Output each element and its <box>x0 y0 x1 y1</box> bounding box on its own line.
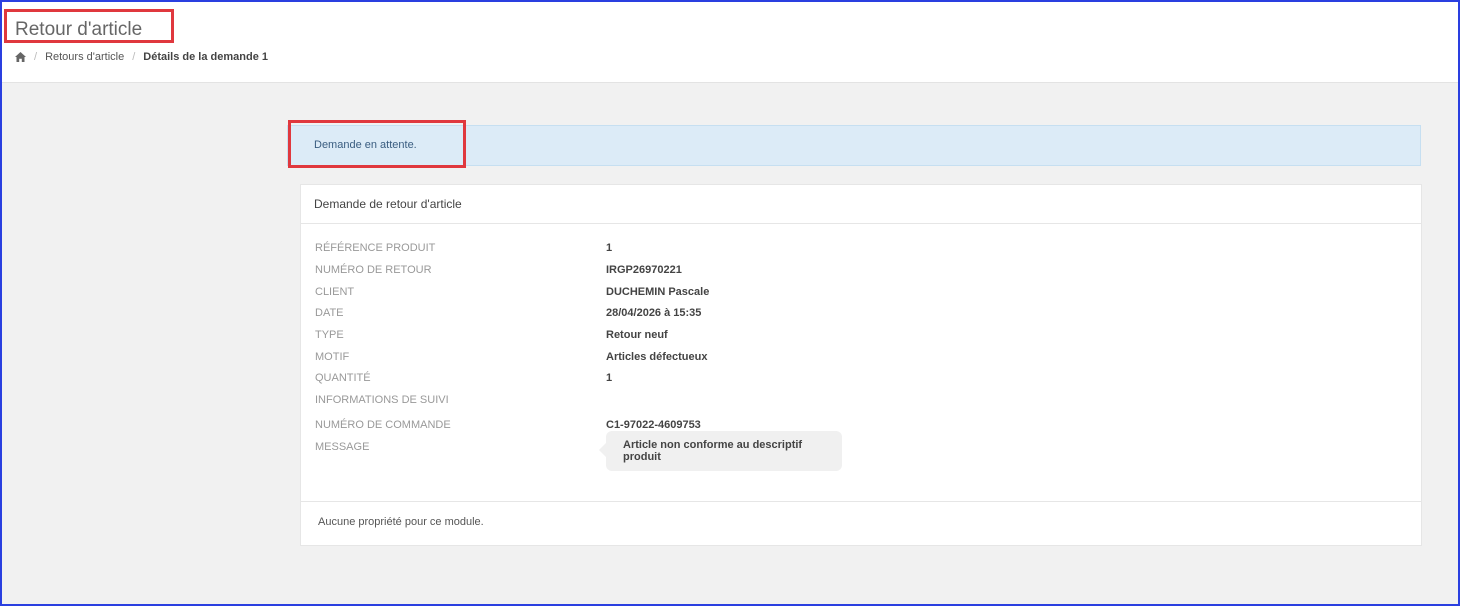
panel-footer: Aucune propriété pour ce module. <box>301 501 1421 546</box>
detail-label: CLIENT <box>315 286 355 298</box>
detail-value: Articles défectueux <box>606 351 708 363</box>
detail-value: Retour neuf <box>606 329 668 341</box>
detail-label: DATE <box>315 307 344 319</box>
home-icon[interactable] <box>15 52 26 62</box>
detail-label: TYPE <box>315 329 344 341</box>
detail-label: INFORMATIONS DE SUIVI <box>315 394 449 406</box>
detail-label: MESSAGE <box>315 441 370 453</box>
detail-label: QUANTITÉ <box>315 372 371 384</box>
detail-value: IRGP26970221 <box>606 264 682 276</box>
detail-label: RÉFÉRENCE PRODUIT <box>315 242 436 254</box>
return-request-panel: Demande de retour d'article RÉFÉRENCE PR… <box>300 184 1422 546</box>
detail-value: DUCHEMIN Pascale <box>606 286 710 298</box>
breadcrumb-returns-link[interactable]: Retours d'article <box>45 51 124 63</box>
detail-value: 28/04/2026 à 15:35 <box>606 307 702 319</box>
breadcrumb-current: Détails de la demande 1 <box>143 51 268 63</box>
breadcrumb: / Retours d'article / Détails de la dema… <box>15 51 268 63</box>
detail-value: 1 <box>606 372 613 384</box>
detail-value: 1 <box>606 242 613 254</box>
detail-label: NUMÉRO DE RETOUR <box>315 264 432 276</box>
panel-heading: Demande de retour d'article <box>301 185 1421 224</box>
breadcrumb-separator: / <box>132 51 136 63</box>
breadcrumb-separator: / <box>34 51 38 63</box>
page-header: Retour d'article / Retours d'article / D… <box>2 2 1458 83</box>
message-bubble: Article non conforme au descriptif produ… <box>599 431 842 471</box>
detail-label: NUMÉRO DE COMMANDE <box>315 419 451 431</box>
title-highlight-box <box>4 9 174 43</box>
detail-label: MOTIF <box>315 351 350 363</box>
alert-highlight-box <box>288 120 466 168</box>
detail-value: C1-97022-4609753 <box>606 419 701 431</box>
